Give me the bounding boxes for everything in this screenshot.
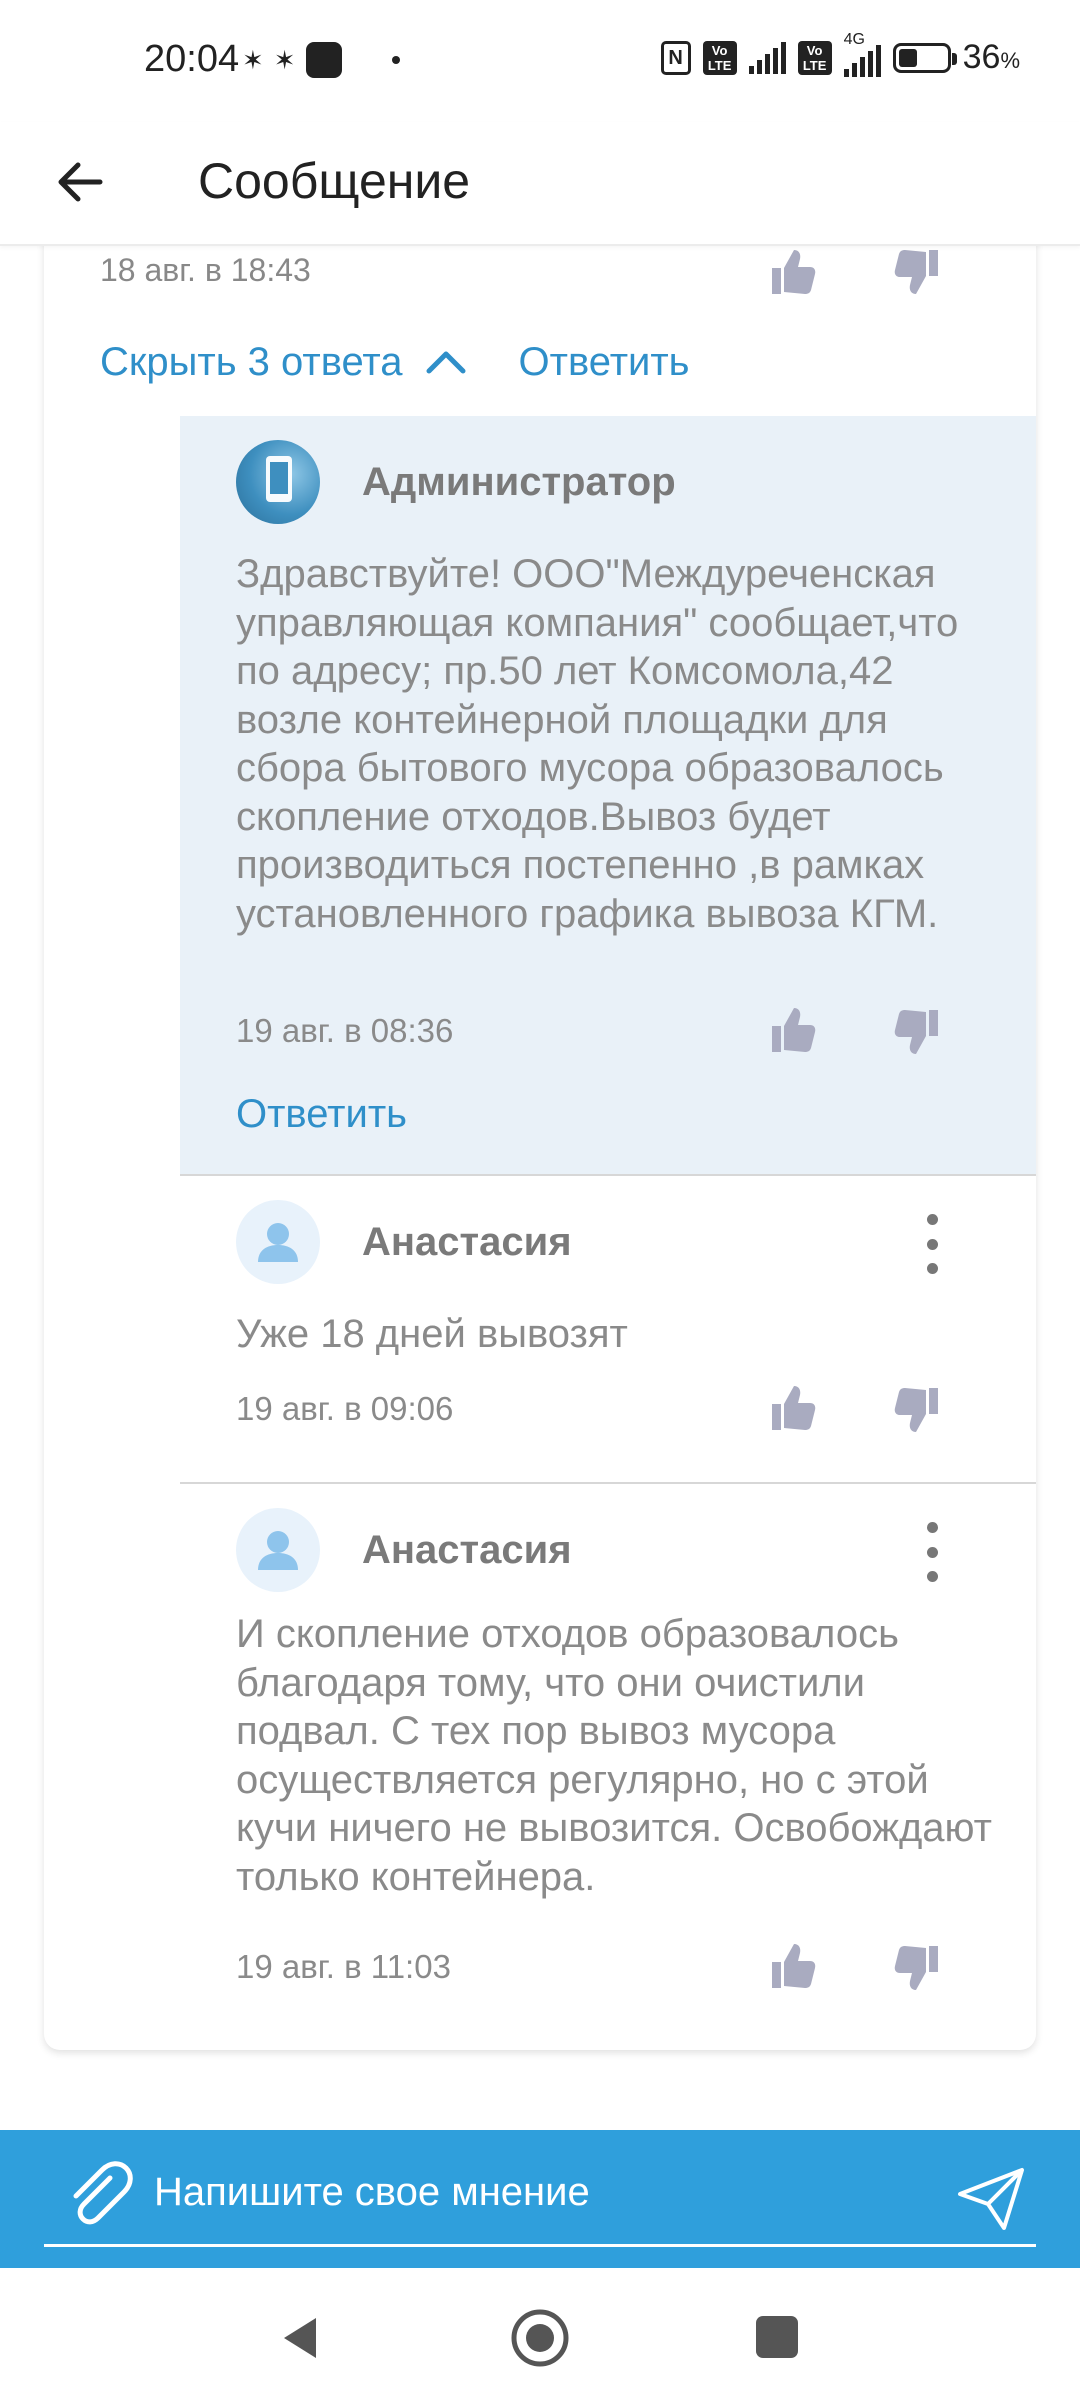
nav-recents-icon[interactable]: [756, 2316, 798, 2358]
reply-date: 19 авг. в 11:03: [236, 1948, 451, 1985]
reply-item: Анастасия Уже 18 дней вывозят 19 авг. в …: [180, 1176, 1036, 1484]
page-title: Сообщение: [198, 153, 471, 209]
signal-icon: [748, 41, 786, 74]
input-underline: [44, 2244, 1036, 2247]
reply-author: Администратор: [362, 460, 676, 504]
user-icon: [258, 1531, 298, 1570]
comment-input[interactable]: Напишите свое мнение: [154, 2170, 590, 2215]
avatar: [236, 1508, 320, 1592]
battery-icon: [892, 42, 957, 73]
attach-button[interactable]: [58, 2156, 138, 2236]
system-nav-bar: [0, 2268, 1080, 2400]
reply-author: Анастасия: [362, 1528, 572, 1572]
nav-back-icon[interactable]: [276, 2314, 324, 2362]
previous-comment-date: 18 авг. в 18:43: [100, 252, 311, 288]
like-icon[interactable]: [768, 1940, 816, 1992]
status-left-icons: ✶ ✶: [242, 40, 400, 80]
reply-text: Здравствуйте! ООО"Междуреченская управля…: [236, 552, 959, 936]
hide-replies-label: Скрыть 3 ответа: [100, 339, 403, 384]
status-time: 20:04: [144, 38, 240, 80]
app-bar: Сообщение: [0, 122, 1080, 246]
reply-date: 19 авг. в 08:36: [236, 1012, 454, 1049]
hide-replies-button[interactable]: Скрыть 3 ответа: [100, 340, 467, 385]
reply-author: Анастасия: [362, 1220, 572, 1264]
network-type-label: 4G: [843, 30, 865, 48]
comment-composer: Напишите свое мнение: [0, 2130, 1080, 2268]
more-options-button[interactable]: [922, 1214, 942, 1274]
chevron-up-icon: [426, 351, 466, 374]
dislike-icon[interactable]: [894, 1942, 942, 1994]
signal-4g-icon: 4G: [843, 31, 881, 77]
user-icon: [258, 1223, 298, 1262]
reply-text: Уже 18 дней вывозят: [236, 1312, 628, 1356]
like-icon[interactable]: [768, 246, 816, 298]
app-notification-icon: [305, 42, 342, 78]
battery-percent: 36%: [962, 38, 1020, 76]
reply-item: Анастасия И скопление отходов образовало…: [180, 1484, 1036, 2024]
avatar: [236, 1200, 320, 1284]
reply-button[interactable]: Ответить: [236, 1092, 407, 1137]
like-icon[interactable]: [768, 1382, 816, 1434]
more-notifications-icon: [391, 56, 400, 64]
dislike-icon[interactable]: [894, 1384, 942, 1436]
send-button[interactable]: [952, 2160, 1030, 2238]
status-right-icons: N Vo LTE Vo LTE 4G 36%: [660, 31, 1020, 77]
more-options-button[interactable]: [922, 1522, 942, 1582]
like-icon[interactable]: [768, 1004, 816, 1056]
phone-logo-icon: [266, 456, 292, 502]
volte-icon: Vo LTE: [702, 40, 737, 75]
status-bar: 20:04 ✶ ✶ N Vo LTE Vo LTE 4G 36%: [0, 0, 1080, 122]
reply-date: 19 авг. в 09:06: [236, 1390, 454, 1427]
dislike-icon[interactable]: [894, 246, 942, 298]
reply-text: И скопление отходов образовалось благода…: [236, 1612, 992, 1899]
notification-icon: ✶: [273, 44, 296, 75]
back-button[interactable]: [50, 152, 110, 212]
paperclip-icon: [73, 2161, 133, 2225]
dislike-icon[interactable]: [894, 1006, 942, 1058]
reply-button[interactable]: Ответить: [519, 340, 690, 385]
arrow-left-icon: [58, 162, 103, 202]
reply-item-admin: Администратор Здравствуйте! ООО"Междуреч…: [180, 416, 1036, 1176]
nfc-icon: N: [660, 40, 691, 75]
notification-icon: ✶: [242, 44, 264, 75]
thread-actions: Скрыть 3 ответа Ответить: [100, 332, 690, 392]
nav-home-icon[interactable]: [510, 2308, 570, 2368]
avatar: [236, 440, 320, 524]
send-icon: [958, 2168, 1024, 2230]
volte-icon: Vo LTE: [797, 40, 832, 75]
comment-card: 18 авг. в 18:43 Скрыть 3 ответа Ответить…: [44, 200, 1036, 2050]
